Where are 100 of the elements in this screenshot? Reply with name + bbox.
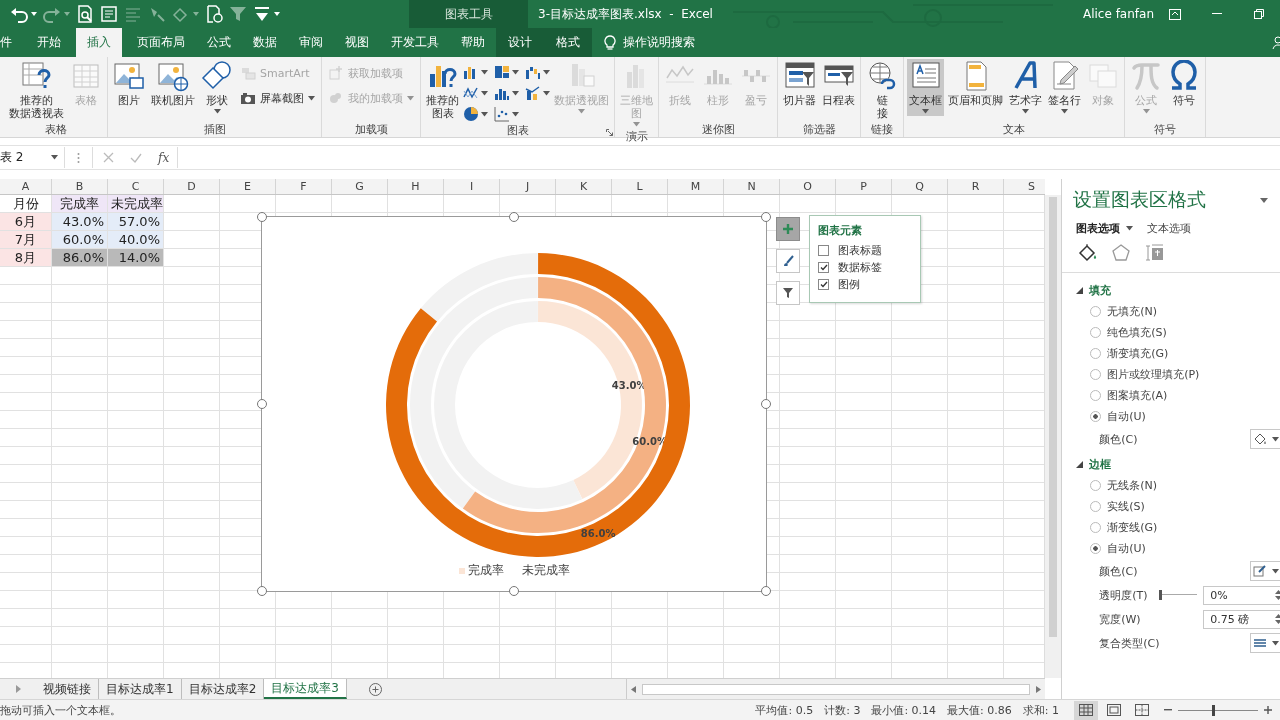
ribbon-tab[interactable]: 帮助 [450, 28, 496, 57]
checkbox-option[interactable]: 图例 [818, 277, 912, 291]
radio-option[interactable]: 无线条(N) [1076, 475, 1280, 496]
ribbon-button[interactable]: 符号 [1166, 59, 1202, 109]
resize-handle[interactable] [257, 586, 267, 596]
column-header[interactable]: Q [892, 179, 948, 194]
column-header[interactable]: E [220, 179, 276, 194]
table-cell[interactable]: 8月 [0, 249, 52, 267]
column-header[interactable]: J [500, 179, 556, 194]
section-header[interactable]: 边框 [1076, 453, 1280, 475]
radio-option[interactable]: 纯色填充(S) [1076, 322, 1280, 343]
chart-type-button[interactable] [525, 84, 550, 102]
zoom-in-button[interactable] [1264, 704, 1272, 716]
ribbon-button[interactable]: 文本框 [907, 59, 944, 116]
ribbon-button[interactable]: 页眉和页脚 [946, 59, 1005, 109]
table-cell[interactable]: 6月 [0, 213, 52, 231]
sheet-tab[interactable]: 目标达成率3 [264, 679, 347, 699]
column-header[interactable]: M [668, 179, 724, 194]
ribbon-tab[interactable]: 公式 [196, 28, 242, 57]
resize-handle[interactable] [257, 399, 267, 409]
tell-me-search[interactable]: 操作说明搜索 [592, 28, 707, 57]
checkbox-option[interactable]: 数据标签 [818, 260, 912, 274]
column-header[interactable]: D [164, 179, 220, 194]
checkbox[interactable] [818, 278, 829, 290]
column-header[interactable]: F [276, 179, 332, 194]
radio-button[interactable] [1090, 480, 1102, 491]
table-cell[interactable]: 14.0% [108, 249, 164, 267]
ribbon-button[interactable]: 推荐的 图表 [424, 59, 461, 122]
legend-label[interactable]: 完成率 [467, 562, 504, 579]
column-header[interactable]: P [836, 179, 892, 194]
ribbon-tab[interactable]: 插入 [76, 28, 122, 57]
ribbon-tab[interactable]: 设计 [496, 28, 544, 57]
checkbox[interactable] [818, 261, 829, 273]
dialog-launcher-button[interactable] [606, 129, 613, 136]
slider-thumb[interactable] [1159, 590, 1163, 600]
zoom-slider-thumb[interactable] [1211, 704, 1215, 716]
resize-handle[interactable] [509, 212, 519, 222]
table-cell[interactable]: 43.0% [52, 213, 108, 231]
radio-option[interactable]: 自动(U) [1076, 538, 1280, 559]
column-header[interactable]: L [612, 179, 668, 194]
radio-button[interactable] [1090, 306, 1102, 317]
ribbon-tab[interactable]: 视图 [334, 28, 380, 57]
scrollbar-thumb[interactable] [1049, 197, 1058, 637]
ribbon-button[interactable]: 日程表 [820, 59, 857, 109]
chart-type-button[interactable] [494, 105, 519, 123]
resize-handle[interactable] [761, 586, 771, 596]
resize-handle[interactable] [761, 212, 771, 222]
quick-access-button[interactable] [205, 3, 223, 25]
column-header[interactable]: K [556, 179, 612, 194]
checkbox[interactable] [818, 244, 829, 256]
column-header[interactable]: B [52, 179, 108, 194]
column-header[interactable]: C [108, 179, 164, 194]
insert-function-button[interactable]: fx [158, 147, 170, 168]
ribbon-button[interactable]: 艺术字 [1007, 59, 1044, 116]
resize-handle[interactable] [509, 586, 519, 596]
ribbon-button[interactable]: 形状 [199, 59, 235, 116]
donut-segment[interactable] [386, 253, 690, 557]
radio-button[interactable] [1090, 501, 1102, 512]
table-cell[interactable]: 60.0% [52, 231, 108, 249]
table-cell[interactable]: 40.0% [108, 231, 164, 249]
radio-option[interactable]: 图案填充(A) [1076, 385, 1280, 406]
radio-option[interactable]: 实线(S) [1076, 496, 1280, 517]
option-tab[interactable]: 文本选项 [1147, 221, 1192, 236]
quick-access-button[interactable] [100, 3, 118, 25]
column-header[interactable]: H [388, 179, 444, 194]
ribbon-tab[interactable]: 开始 [26, 28, 72, 57]
radio-button[interactable] [1090, 390, 1102, 401]
radio-option[interactable]: 图片或纹理填充(P) [1076, 364, 1280, 385]
checkbox-option[interactable]: 图表标题 [818, 243, 912, 257]
table-cell[interactable]: 86.0% [52, 249, 108, 267]
ribbon-button[interactable]: 签名行 [1046, 59, 1083, 116]
name-box[interactable]: 表 2 [0, 147, 65, 168]
ribbon-button[interactable]: 图片 [111, 59, 147, 109]
vertical-scrollbar[interactable] [1044, 195, 1062, 678]
color-picker-button[interactable] [1250, 561, 1280, 581]
column-header[interactable]: I [444, 179, 500, 194]
ribbon-tab[interactable]: 开发工具 [380, 28, 450, 57]
radio-option[interactable]: 渐变线(G) [1076, 517, 1280, 538]
radio-option[interactable]: 渐变填充(G) [1076, 343, 1280, 364]
radio-button[interactable] [1090, 348, 1102, 359]
resize-handle[interactable] [257, 212, 267, 222]
ribbon-tab[interactable]: 页面布局 [126, 28, 196, 57]
ribbon-button[interactable]: 联机图片 [149, 59, 197, 109]
radio-button[interactable] [1090, 522, 1102, 533]
chart-side-button[interactable] [776, 249, 800, 273]
column-header[interactable]: R [948, 179, 1004, 194]
ribbon-tab[interactable]: 数据 [242, 28, 288, 57]
radio-button[interactable] [1090, 543, 1102, 554]
chart-type-button[interactable] [463, 105, 488, 123]
legend-label[interactable]: 未完成率 [521, 562, 570, 579]
table-cell[interactable]: 未完成率 [108, 195, 164, 213]
column-header[interactable]: O [780, 179, 836, 194]
scrollbar-thumb[interactable] [642, 683, 1030, 695]
section-header[interactable]: 填充 [1076, 279, 1280, 301]
column-header[interactable]: S [1004, 179, 1045, 194]
column-header[interactable]: G [332, 179, 388, 194]
color-picker-button[interactable] [1250, 429, 1280, 449]
ribbon-button[interactable]: 链 接 [864, 59, 900, 122]
radio-option[interactable]: 无填充(N) [1076, 301, 1280, 322]
quick-access-button[interactable] [76, 3, 94, 25]
